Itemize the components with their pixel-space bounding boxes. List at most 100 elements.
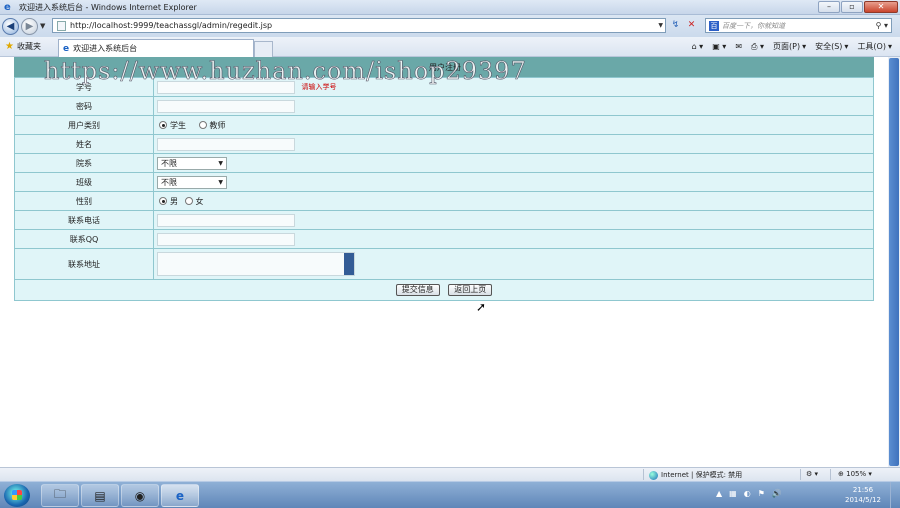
qq-label: 联系QQ bbox=[14, 229, 154, 249]
phone-label: 联系电话 bbox=[14, 210, 154, 230]
start-button[interactable] bbox=[4, 484, 30, 507]
qq-input[interactable] bbox=[157, 232, 295, 246]
home-icon[interactable]: ⌂ ▾ bbox=[692, 42, 704, 51]
show-desktop-button[interactable] bbox=[890, 482, 900, 508]
ie-taskbar-icon[interactable]: e bbox=[161, 484, 199, 507]
url-field[interactable]: http://localhost:9999/teachassgl/admin/r… bbox=[52, 18, 666, 33]
password-input[interactable] bbox=[157, 99, 295, 113]
network-tray-icon[interactable]: ▦ bbox=[729, 489, 737, 498]
textarea-scrollbar[interactable] bbox=[344, 253, 354, 275]
url-dropdown-icon[interactable]: ▼ bbox=[658, 22, 663, 29]
safety-menu-label: 安全(S) bbox=[815, 42, 843, 51]
row-student-id: 学号 请输入学号 bbox=[14, 77, 874, 97]
editor-taskbar-icon[interactable]: ▤ bbox=[81, 484, 119, 507]
user-type-label: 用户类别 bbox=[14, 115, 154, 135]
maximize-button[interactable]: ▫ bbox=[841, 1, 863, 13]
row-user-type: 用户类别 学生 教师 bbox=[14, 115, 874, 135]
url-text: http://localhost:9999/teachassgl/admin/r… bbox=[70, 21, 273, 30]
clock[interactable]: 21:56 2014/5/12 bbox=[845, 485, 881, 505]
gear-icon[interactable]: ⚙ ▾ bbox=[806, 470, 818, 478]
tab-title: 欢迎进入系统后台 bbox=[73, 44, 138, 53]
female-radio[interactable] bbox=[184, 197, 193, 205]
class-label: 班级 bbox=[14, 172, 154, 192]
student-id-hint: 请输入学号 bbox=[301, 83, 337, 91]
action-center-icon[interactable]: ⚑ bbox=[758, 489, 765, 498]
male-radio-label: 男 bbox=[170, 196, 178, 206]
tools-menu[interactable]: 工具(O) ▾ bbox=[857, 41, 892, 52]
clock-time: 21:56 bbox=[852, 486, 874, 494]
window-title-bar: e 欢迎进入系统后台 - Windows Internet Explorer –… bbox=[0, 0, 900, 15]
volume-icon[interactable]: 🔊 bbox=[772, 489, 782, 498]
tools-menu-label: 工具(O) bbox=[857, 42, 886, 51]
row-department: 院系 不限 ▼ bbox=[14, 153, 874, 173]
command-buttons: ⌂ ▾ ▣ ▾ ✉ ⎙ ▾ 页面(P) ▾ 安全(S) ▾ 工具(O) ▾ bbox=[692, 41, 892, 52]
explorer-taskbar-icon[interactable]: 🗀 bbox=[41, 484, 79, 507]
name-input[interactable] bbox=[157, 137, 295, 151]
ie-tab-icon: e bbox=[63, 43, 70, 54]
stop-icon[interactable]: ✕ bbox=[684, 18, 699, 33]
registration-form: 用户注册 学号 请输入学号 密码 用户类别 学生 教师 姓名 院系 不限 ▼ 班… bbox=[14, 57, 874, 301]
male-radio[interactable] bbox=[159, 197, 167, 205]
print-icon[interactable]: ⎙ ▾ bbox=[751, 42, 764, 52]
zone-text: Internet | 保护模式: 禁用 bbox=[661, 471, 743, 479]
password-label: 密码 bbox=[14, 96, 154, 116]
media-taskbar-icon[interactable]: ◉ bbox=[121, 484, 159, 507]
close-button[interactable]: ✕ bbox=[864, 1, 898, 13]
system-tray: ▲ ▦ ◐ ⚑ 🔊 bbox=[716, 489, 782, 498]
tray-expand-icon[interactable]: ▲ bbox=[716, 489, 722, 498]
teacher-radio[interactable] bbox=[198, 121, 207, 129]
search-icon[interactable]: ⚲ ▾ bbox=[876, 21, 888, 30]
vertical-scrollbar[interactable] bbox=[888, 57, 900, 467]
chevron-down-icon: ▼ bbox=[218, 159, 223, 167]
phone-input[interactable] bbox=[157, 213, 295, 227]
form-title: 用户注册 bbox=[429, 63, 461, 72]
form-table: 学号 请输入学号 密码 用户类别 学生 教师 姓名 院系 不限 ▼ 班级 不限 … bbox=[14, 77, 874, 301]
class-select[interactable]: 不限 ▼ bbox=[157, 175, 227, 189]
browser-tab[interactable]: e 欢迎进入系统后台 bbox=[58, 39, 254, 57]
ie-icon: e bbox=[4, 1, 11, 13]
forward-button[interactable]: ▶ bbox=[21, 17, 38, 35]
favorites-button[interactable]: ★ 收藏夹 bbox=[5, 41, 41, 52]
zoom-control[interactable]: ⊕ 105% ▾ bbox=[838, 470, 872, 478]
student-radio[interactable] bbox=[159, 121, 167, 129]
taskbar: 🗀 ▤ ◉ e ▲ ▦ ◐ ⚑ 🔊 21:56 2014/5/12 bbox=[0, 481, 900, 508]
student-id-label: 学号 bbox=[14, 77, 154, 97]
search-placeholder: 百度一下，你就知道 bbox=[722, 21, 785, 30]
chevron-down-icon: ▼ bbox=[218, 178, 223, 186]
submit-button[interactable]: 提交信息 bbox=[395, 284, 440, 296]
star-icon: ★ bbox=[5, 41, 14, 52]
back-page-button[interactable]: 返回上页 bbox=[448, 284, 493, 296]
status-bar: Internet | 保护模式: 禁用 ⚙ ▾ ⊕ 105% ▾ bbox=[0, 467, 900, 481]
student-id-input[interactable] bbox=[157, 80, 295, 94]
feeds-icon[interactable]: ▣ ▾ bbox=[712, 42, 726, 51]
form-header: 用户注册 bbox=[14, 57, 874, 77]
row-qq: 联系QQ bbox=[14, 229, 874, 249]
row-name: 姓名 bbox=[14, 134, 874, 154]
mouse-cursor-icon: ➚ bbox=[476, 300, 487, 314]
back-button[interactable]: ◀ bbox=[2, 17, 19, 35]
favorites-label: 收藏夹 bbox=[16, 42, 41, 51]
compat-view-icon[interactable]: ↯ bbox=[668, 18, 683, 33]
globe-icon bbox=[649, 470, 658, 480]
scrollbar-thumb[interactable] bbox=[889, 58, 899, 466]
zoom-icon: ⊕ bbox=[838, 470, 844, 478]
row-address: 联系地址 bbox=[14, 248, 874, 280]
update-tray-icon[interactable]: ◐ bbox=[744, 489, 751, 498]
gender-label: 性别 bbox=[14, 191, 154, 211]
department-select[interactable]: 不限 ▼ bbox=[157, 156, 227, 170]
search-input[interactable]: 百 百度一下，你就知道 ⚲ ▾ bbox=[705, 18, 892, 33]
security-zone[interactable]: Internet | 保护模式: 禁用 bbox=[649, 470, 742, 480]
page-content: 用户注册 学号 请输入学号 密码 用户类别 学生 教师 姓名 院系 不限 ▼ 班… bbox=[0, 57, 888, 467]
address-textarea[interactable] bbox=[157, 252, 355, 276]
department-label: 院系 bbox=[14, 153, 154, 173]
minimize-button[interactable]: – bbox=[818, 1, 840, 13]
safety-menu[interactable]: 安全(S) ▾ bbox=[815, 41, 848, 52]
page-menu[interactable]: 页面(P) ▾ bbox=[773, 41, 806, 52]
baidu-icon: 百 bbox=[709, 20, 719, 31]
page-menu-label: 页面(P) bbox=[773, 42, 801, 51]
mail-icon[interactable]: ✉ bbox=[735, 42, 742, 51]
history-dropdown-icon[interactable]: ▼ bbox=[40, 22, 45, 30]
row-phone: 联系电话 bbox=[14, 210, 874, 230]
window-controls: – ▫ ✕ bbox=[818, 1, 898, 13]
new-tab-button[interactable] bbox=[254, 41, 273, 57]
